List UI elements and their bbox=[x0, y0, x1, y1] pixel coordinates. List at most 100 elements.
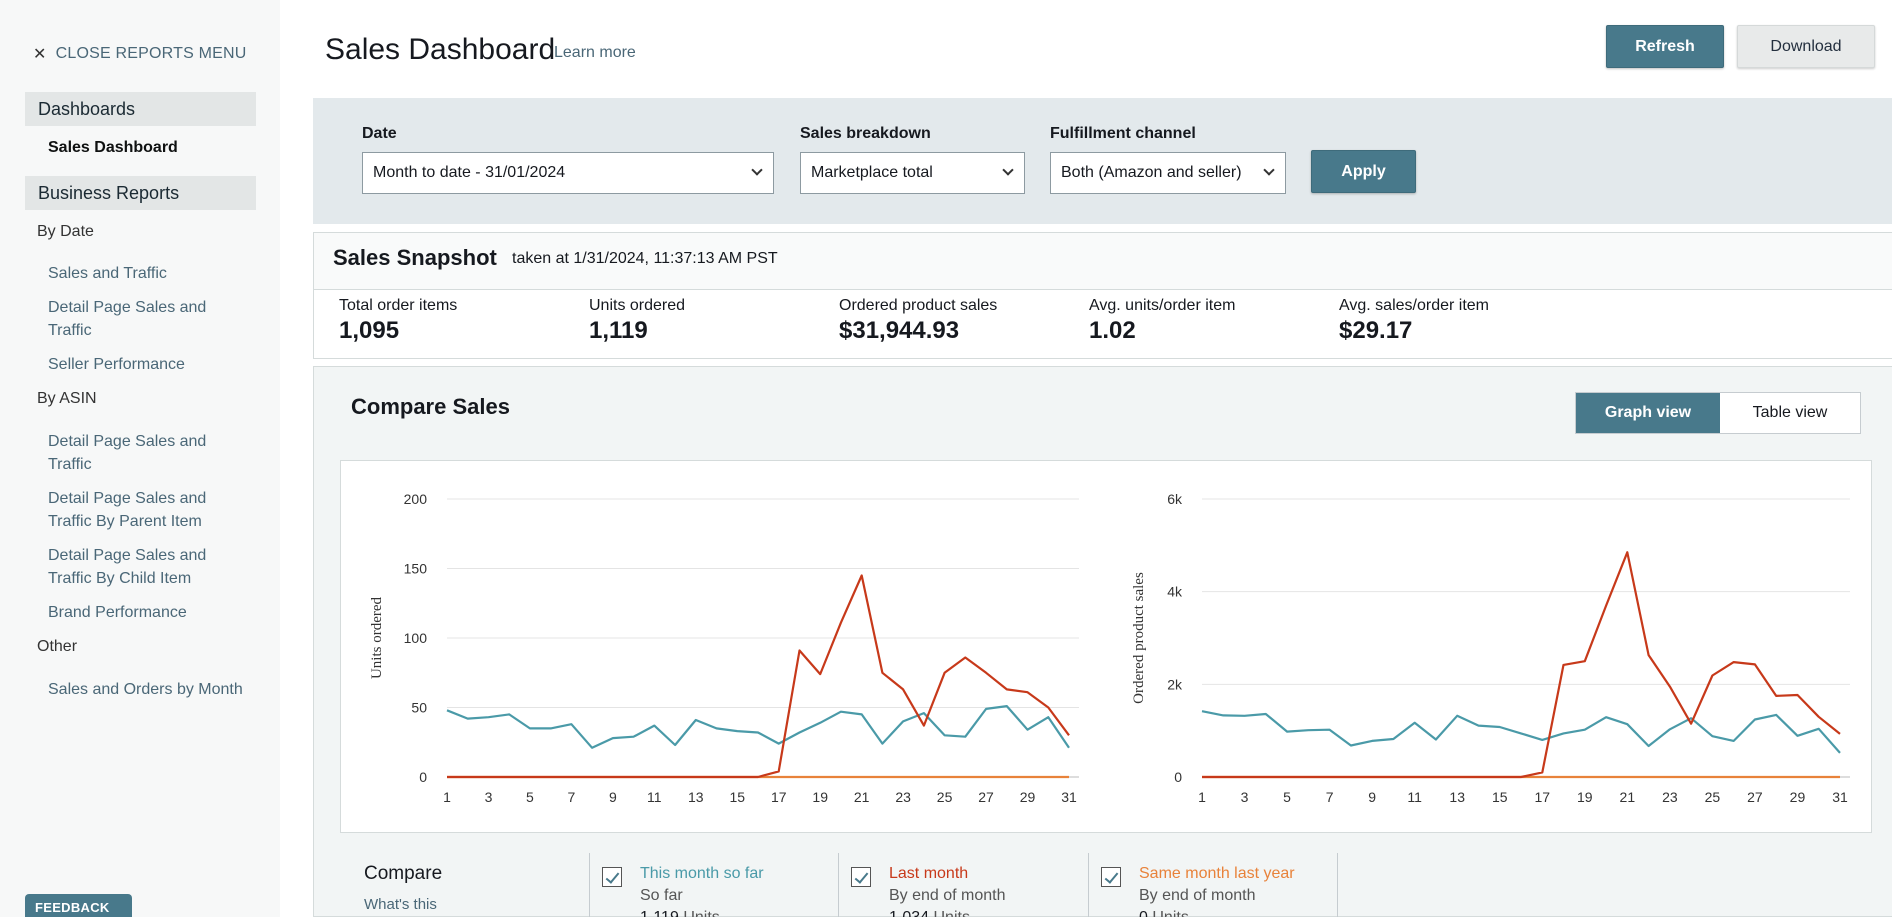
x-tick-label: 5 bbox=[1283, 789, 1291, 805]
legend-item-this-month[interactable]: This month so far So far 1,119 Units bbox=[589, 853, 839, 917]
legend-units-label: Units bbox=[934, 909, 970, 917]
metric-label: Units ordered bbox=[589, 297, 686, 314]
x-tick-label: 29 bbox=[1020, 789, 1036, 805]
dashboards-header: Dashboards bbox=[25, 92, 256, 126]
x-tick-label: 19 bbox=[1577, 789, 1593, 805]
ordered-product-sales-chart: 0 2k 4k 6k 1 3 5 7 9 11 13 15 17 19 21 23 25 27 29 31 Ordere… bbox=[1105, 460, 1872, 833]
series-line bbox=[1201, 710, 1841, 754]
fulfillment-channel-value: Both (Amazon and seller) bbox=[1061, 164, 1242, 181]
x-tick-label: 1 bbox=[1198, 789, 1206, 805]
x-tick-label: 31 bbox=[1832, 789, 1848, 805]
x-tick-label: 17 bbox=[1534, 789, 1550, 805]
y-tick-label: 4k bbox=[1167, 584, 1183, 600]
whats-this-link[interactable]: What's this bbox=[364, 896, 437, 913]
x-tick-label: 15 bbox=[1492, 789, 1508, 805]
date-select[interactable]: Month to date - 31/01/2024 bbox=[362, 152, 774, 194]
sidebar-item-asin-detail-page-by-parent[interactable]: Detail Page Sales and Traffic By Parent … bbox=[48, 487, 248, 533]
snapshot-timestamp: taken at 1/31/2024, 11:37:13 AM PST bbox=[512, 250, 778, 267]
feedback-button[interactable]: FEEDBACK ✕ bbox=[25, 894, 132, 917]
group-other: Other bbox=[37, 638, 78, 655]
metric-ordered-product-sales: Ordered product sales $31,944.93 bbox=[839, 297, 997, 345]
series-line bbox=[446, 705, 1070, 749]
chevron-down-icon bbox=[751, 164, 763, 176]
x-tick-label: 23 bbox=[1662, 789, 1678, 805]
legend-sub: By end of month bbox=[1139, 887, 1256, 904]
x-tick-label: 11 bbox=[1407, 789, 1422, 805]
series-line bbox=[447, 574, 1070, 779]
download-button[interactable]: Download bbox=[1737, 25, 1875, 68]
sidebar-item-detail-page-sales-and-traffic[interactable]: Detail Page Sales and Traffic bbox=[48, 296, 248, 342]
x-tick-label: 5 bbox=[526, 789, 534, 805]
legend-name: Last month bbox=[889, 865, 969, 882]
x-tick-label: 25 bbox=[937, 789, 953, 805]
x-tick-label: 21 bbox=[854, 789, 870, 805]
series-line bbox=[1202, 551, 1841, 779]
sidebar-item-sales-and-orders-by-month[interactable]: Sales and Orders by Month bbox=[48, 678, 248, 701]
x-tick-label: 3 bbox=[1241, 789, 1249, 805]
legend-units-value: 1,119 bbox=[640, 909, 679, 917]
chevron-down-icon bbox=[1002, 164, 1014, 176]
sales-snapshot-panel: Sales Snapshot taken at 1/31/2024, 11:37… bbox=[313, 232, 1892, 359]
same-month-last-year-checkbox[interactable] bbox=[1101, 867, 1121, 887]
y-tick-label: 2k bbox=[1167, 676, 1183, 692]
close-reports-menu-button[interactable]: ✕ CLOSE REPORTS MENU bbox=[33, 44, 247, 64]
business-reports-header: Business Reports bbox=[25, 176, 256, 210]
sidebar-item-brand-performance[interactable]: Brand Performance bbox=[48, 601, 248, 624]
x-tick-label: 29 bbox=[1790, 789, 1806, 805]
compare-legend: Compare What's this This month so far So… bbox=[314, 843, 1892, 917]
sidebar-item-seller-performance[interactable]: Seller Performance bbox=[48, 353, 248, 376]
close-icon: ✕ bbox=[33, 46, 47, 63]
x-tick-label: 27 bbox=[1747, 789, 1763, 805]
fulfillment-channel-select[interactable]: Both (Amazon and seller) bbox=[1050, 152, 1286, 194]
x-tick-label: 21 bbox=[1620, 789, 1636, 805]
metric-value: $31,944.93 bbox=[839, 317, 960, 344]
x-tick-label: 7 bbox=[568, 789, 576, 805]
graph-view-button[interactable]: Graph view bbox=[1576, 393, 1720, 433]
compare-sales-panel: Compare Sales Graph view Table view 0 50 1… bbox=[313, 366, 1892, 917]
metric-label: Ordered product sales bbox=[839, 297, 998, 314]
legend-sub: So far bbox=[640, 887, 683, 904]
last-month-checkbox[interactable] bbox=[851, 867, 871, 887]
group-by-date: By Date bbox=[37, 223, 94, 240]
legend-item-same-month-last-year[interactable]: Same month last year By end of month 0 U… bbox=[1088, 853, 1338, 917]
x-tick-label: 9 bbox=[609, 789, 617, 805]
sidebar-item-asin-detail-page-sales-and-traffic[interactable]: Detail Page Sales and Traffic bbox=[48, 430, 248, 476]
sales-breakdown-select[interactable]: Marketplace total bbox=[800, 152, 1025, 194]
legend-units-value: 1,034 bbox=[889, 909, 929, 917]
page-title: Sales Dashboard bbox=[325, 33, 556, 66]
sales-breakdown-label: Sales breakdown bbox=[800, 125, 931, 142]
sidebar-item-sales-dashboard[interactable]: Sales Dashboard bbox=[48, 136, 248, 159]
units-ordered-chart-svg: 0501001502001 3 5 7 9 11 13 15 17 19 21 23 25 27 29 31U… bbox=[369, 491, 1079, 805]
y-tick-label: 6k bbox=[1167, 491, 1183, 507]
metric-value: 1.02 bbox=[1089, 317, 1136, 344]
x-tick-label: 15 bbox=[729, 789, 745, 805]
legend-units-value: 0 bbox=[1139, 909, 1148, 917]
this-month-checkbox[interactable] bbox=[602, 867, 622, 887]
feedback-label: FEEDBACK bbox=[35, 900, 110, 915]
refresh-button[interactable]: Refresh bbox=[1606, 25, 1724, 68]
x-tick-label: 13 bbox=[1449, 789, 1465, 805]
metric-total-order-items: Total order items 1,095 bbox=[339, 297, 457, 345]
y-axis-label: Ordered product sales bbox=[1131, 572, 1147, 704]
sidebar-item-asin-detail-page-by-child[interactable]: Detail Page Sales and Traffic By Child I… bbox=[48, 544, 248, 590]
x-tick-label: 23 bbox=[895, 789, 911, 805]
view-toggle: Graph view Table view bbox=[1575, 392, 1861, 434]
sidebar-item-sales-and-traffic[interactable]: Sales and Traffic bbox=[48, 262, 248, 285]
y-tick-label: 0 bbox=[1174, 769, 1182, 785]
x-tick-label: 17 bbox=[771, 789, 787, 805]
legend-units: 1,034 Units bbox=[889, 909, 970, 917]
x-tick-label: 11 bbox=[647, 789, 662, 805]
apply-button[interactable]: Apply bbox=[1311, 150, 1416, 193]
table-view-button[interactable]: Table view bbox=[1720, 393, 1860, 433]
y-tick-label: 150 bbox=[404, 561, 428, 577]
legend-units: 0 Units bbox=[1139, 909, 1189, 917]
chevron-down-icon bbox=[1263, 164, 1275, 176]
learn-more-link[interactable]: Learn more bbox=[554, 44, 636, 62]
y-tick-label: 100 bbox=[404, 630, 428, 646]
x-tick-label: 25 bbox=[1705, 789, 1721, 805]
metric-avg-units-order-item: Avg. units/order item 1.02 bbox=[1089, 297, 1235, 345]
legend-item-last-month[interactable]: Last month By end of month 1,034 Units bbox=[838, 853, 1090, 917]
metric-value: 1,095 bbox=[339, 317, 400, 344]
legend-units-label: Units bbox=[1152, 909, 1188, 917]
y-tick-label: 50 bbox=[411, 700, 427, 716]
